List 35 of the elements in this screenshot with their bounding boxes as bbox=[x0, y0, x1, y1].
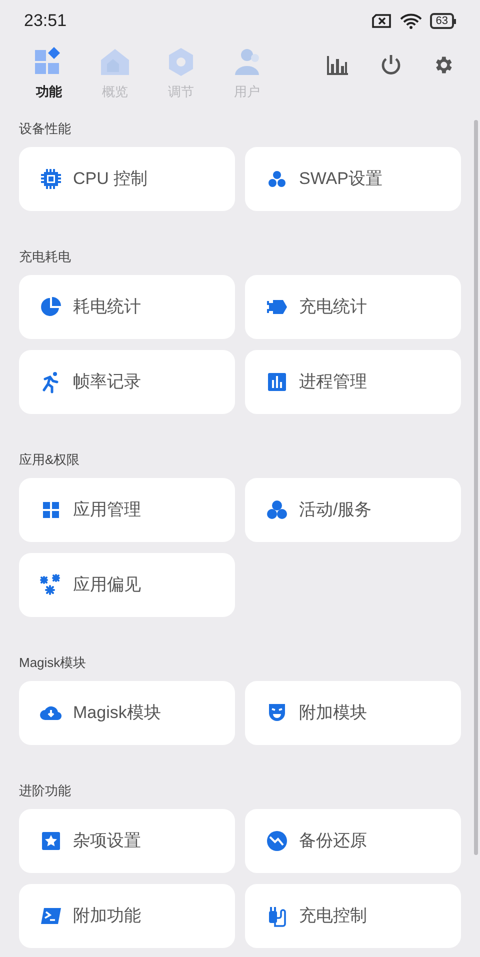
status-time: 23:51 bbox=[24, 10, 67, 32]
feature-card[interactable]: 附加功能 bbox=[19, 884, 235, 948]
nav-tab[interactable]: 功能 bbox=[16, 42, 82, 102]
feature-card[interactable]: 充电控制 bbox=[245, 884, 461, 948]
section-heading: 应用&权限 bbox=[19, 451, 81, 469]
feature-card[interactable]: 杂项设置 bbox=[19, 809, 235, 873]
feature-card[interactable]: 备份还原 bbox=[245, 809, 461, 873]
feature-card[interactable]: 应用偏见 bbox=[19, 553, 235, 617]
circles-icon bbox=[265, 498, 289, 522]
trend-down-icon bbox=[265, 829, 289, 853]
feature-card[interactable]: SWAP设置 bbox=[245, 147, 461, 211]
battery-indicator: 63 bbox=[430, 13, 456, 29]
feature-card[interactable]: 帧率记录 bbox=[19, 350, 235, 414]
feature-card[interactable]: CPU 控制 bbox=[19, 147, 235, 211]
wifi-icon bbox=[400, 13, 422, 29]
sim-icon bbox=[372, 14, 392, 28]
pie-chart-icon bbox=[39, 295, 63, 319]
feature-card[interactable]: 附加模块 bbox=[245, 681, 461, 745]
feature-card[interactable]: 充电统计 bbox=[245, 275, 461, 339]
bar-chart-icon[interactable] bbox=[326, 54, 350, 76]
scrollbar[interactable] bbox=[474, 120, 478, 855]
snowflakes-icon bbox=[39, 573, 63, 597]
feature-card[interactable]: 应用管理 bbox=[19, 478, 235, 542]
section-heading: 充电耗电 bbox=[19, 248, 72, 266]
chip-icon bbox=[39, 167, 63, 191]
power-icon[interactable] bbox=[380, 54, 402, 76]
section-heading: 进阶功能 bbox=[19, 782, 72, 800]
feature-card[interactable]: 耗电统计 bbox=[19, 275, 235, 339]
feature-card[interactable]: 进程管理 bbox=[245, 350, 461, 414]
feature-card[interactable]: Magisk模块 bbox=[19, 681, 235, 745]
section-heading: Magisk模块 bbox=[19, 654, 88, 672]
section-heading: 设备性能 bbox=[19, 120, 72, 138]
bar-chart-icon bbox=[265, 370, 289, 394]
feature-card[interactable]: 活动/服务 bbox=[245, 478, 461, 542]
house-icon bbox=[99, 46, 131, 78]
